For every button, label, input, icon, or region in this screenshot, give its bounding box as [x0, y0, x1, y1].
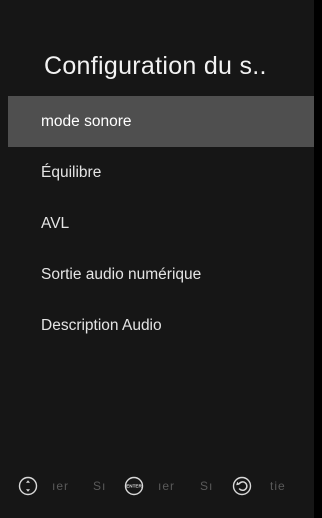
back-icon [232, 476, 252, 496]
page-title: Configuration du s.. [44, 52, 267, 80]
remote-hint-bar: ıer Sı ENTER ıer Sı tie [0, 472, 322, 502]
menu-item-audio-description[interactable]: Description Audio [8, 300, 322, 351]
arrows-icon [18, 476, 38, 496]
enter-icon-text: ENTER [126, 484, 142, 489]
menu-item-digital-audio-output[interactable]: Sortie audio numérique [8, 249, 322, 300]
sound-settings-menu: mode sonore Équilibre AVL Sortie audio n… [8, 96, 322, 351]
screen-edge [314, 0, 322, 518]
enter-icon: ENTER [124, 476, 144, 496]
menu-item-sound-mode[interactable]: mode sonore [8, 96, 322, 147]
hint-label-enter: ıer [158, 479, 176, 493]
menu-item-avl[interactable]: AVL [8, 198, 322, 249]
hint-label-settings-2: Sı [200, 479, 214, 493]
tv-sound-settings-screen: Configuration du s.. mode sonore Équilib… [0, 0, 322, 518]
hint-label-settings: Sı [93, 479, 107, 493]
hint-label-back: tie [270, 479, 286, 493]
hint-label-select: ıer [52, 479, 70, 493]
menu-item-balance[interactable]: Équilibre [8, 147, 322, 198]
